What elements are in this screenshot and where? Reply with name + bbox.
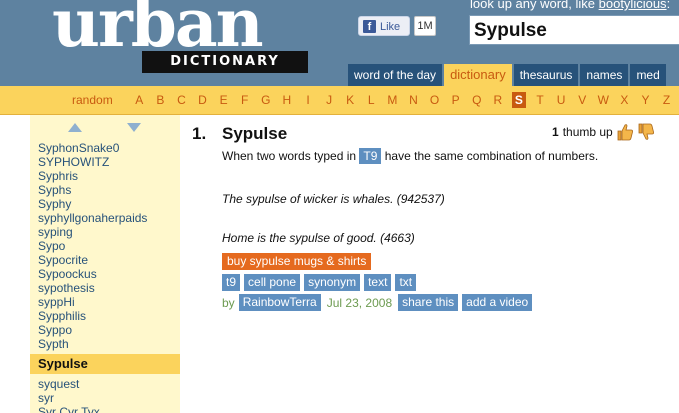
sidebar-item[interactable]: Sypocrite [30, 253, 180, 267]
entry-byline: by RainbowTerra Jul 23, 2008 share this … [222, 294, 533, 311]
sidebar-item[interactable]: syphyllgonaherpaids [30, 211, 180, 225]
sidebar-item[interactable]: Syr Cyr Tyx [30, 405, 180, 413]
alphabet-letter-t[interactable]: T [529, 86, 550, 114]
thumbs-rating: 1 thumb up [552, 122, 655, 142]
logo-wordmark[interactable]: urban [52, 0, 264, 58]
add-video-button[interactable]: add a video [462, 294, 533, 311]
alphabet-letter-h[interactable]: H [276, 86, 297, 114]
facebook-like-button[interactable]: f Like [358, 16, 410, 36]
sidebar-item[interactable]: Sypoockus [30, 267, 180, 281]
tag-link[interactable]: synonym [304, 274, 361, 291]
alphabet-letter-v[interactable]: V [572, 86, 593, 114]
entry-word[interactable]: Sypulse [222, 124, 287, 144]
sidebar-item[interactable]: Syphris [30, 169, 180, 183]
tab-word-of-the-day[interactable]: word of the day [348, 64, 443, 86]
random-link[interactable]: random [72, 86, 113, 114]
thumbs-up-icon[interactable] [616, 123, 634, 141]
alphabet-letter-i[interactable]: I [297, 86, 318, 114]
alphabet-letter-z[interactable]: Z [656, 86, 677, 114]
entry-definition: When two words typed in T9 have the same… [222, 148, 642, 165]
sidebar-item[interactable]: syquest [30, 377, 180, 391]
tag-link[interactable]: txt [395, 274, 417, 291]
logo-dictionary-tag[interactable]: DICTIONARY [142, 51, 308, 73]
sidebar-item[interactable]: SyphonSnake0 [30, 141, 180, 155]
sidebar-item[interactable]: Sypo [30, 239, 180, 253]
alphabet-letter-o[interactable]: O [424, 86, 445, 114]
sidebar-item[interactable]: sypothesis [30, 281, 180, 295]
sidebar-item[interactable]: syppHi [30, 295, 180, 309]
alphabet-letter-m[interactable]: M [382, 86, 403, 114]
sidebar-item[interactable]: SYPHOWITZ [30, 155, 180, 169]
entry-date: Jul 23, 2008 [326, 295, 393, 310]
entry-number: 1. [192, 124, 207, 143]
word-sidebar: SyphonSnake0 SYPHOWITZ Syphris Syphs Syphy sy… [30, 115, 180, 413]
definition-tag-link[interactable]: T9 [359, 148, 382, 164]
tab-media[interactable]: med [630, 64, 666, 86]
thumbs-up-label: thumb up [562, 125, 613, 139]
sidebar-item[interactable]: Syppo [30, 323, 180, 337]
tag-link[interactable]: t9 [222, 274, 241, 291]
alphabet-letter-n[interactable]: N [403, 86, 424, 114]
definition-text-start: When two words typed in [222, 149, 360, 163]
tab-thesaurus[interactable]: thesaurus [513, 64, 579, 86]
alphabet-list: random ABCDEFGHIJKLMNOPQRSTUVWXYZ [72, 86, 677, 114]
tab-names[interactable]: names [580, 64, 629, 86]
tab-dictionary[interactable]: dictionary [444, 64, 512, 86]
alphabet-letter-s[interactable]: S [508, 86, 529, 114]
alphabet-letter-j[interactable]: J [319, 86, 340, 114]
current-letter-highlight: S [511, 92, 526, 108]
sidebar-item[interactable]: Syphy [30, 197, 180, 211]
sidebar-item[interactable]: Syphs [30, 183, 180, 197]
alphabet-letter-e[interactable]: E [213, 86, 234, 114]
definition-text-end: have the same combination of numbers. [381, 149, 599, 163]
scroll-up-icon[interactable] [68, 123, 82, 132]
alphabet-letter-l[interactable]: L [361, 86, 382, 114]
sidebar-item[interactable]: syr [30, 391, 180, 405]
alphabet-letter-g[interactable]: G [255, 86, 276, 114]
alphabet-letter-d[interactable]: D [192, 86, 213, 114]
scroll-down-icon[interactable] [127, 123, 141, 132]
alphabet-bar: random ABCDEFGHIJKLMNOPQRSTUVWXYZ [0, 86, 679, 115]
thumbs-up-count: 1 [552, 125, 559, 139]
alphabet-letter-c[interactable]: C [171, 86, 192, 114]
site-header: urban DICTIONARY f Like 1M look up any wo… [0, 0, 679, 86]
facebook-like-count: 1M [414, 16, 436, 36]
example-sentence-2: Home is the sypulse of good. (4663) [222, 231, 415, 245]
alphabet-letter-q[interactable]: Q [466, 86, 487, 114]
alphabet-letter-x[interactable]: X [614, 86, 635, 114]
lookup-prefix: look up any word, like [470, 0, 599, 11]
lookup-suffix: : [666, 0, 671, 11]
alphabet-letter-y[interactable]: Y [635, 86, 656, 114]
buy-mugs-button[interactable]: buy sypulse mugs & shirts [222, 253, 372, 270]
nav-tabs: word of the day dictionary thesaurus nam… [348, 64, 666, 86]
tag-link[interactable]: text [364, 274, 392, 291]
lookup-example-link[interactable]: bootylicious [599, 0, 667, 11]
by-label: by [222, 295, 235, 310]
alphabet-letter-w[interactable]: W [593, 86, 614, 114]
sidebar-item[interactable]: Sypth [30, 337, 180, 351]
sidebar-word-list: SyphonSnake0 SYPHOWITZ Syphris Syphs Syphy sy… [30, 141, 180, 413]
author-link[interactable]: RainbowTerra [238, 294, 321, 311]
sidebar-item-current[interactable]: Sypulse [30, 354, 180, 374]
tag-link[interactable]: cell pone [244, 274, 301, 291]
tag-list: t9 cell pone synonym text txt [222, 274, 417, 291]
alphabet-letter-b[interactable]: B [150, 86, 171, 114]
search-input[interactable] [469, 15, 679, 45]
facebook-icon: f [363, 20, 376, 33]
thumbs-down-icon[interactable] [637, 123, 655, 141]
sidebar-item[interactable]: syping [30, 225, 180, 239]
lookup-prompt: look up any word, like bootylicious: [470, 0, 670, 12]
example-sentence-1: The sypulse of wicker is whales. (942537… [222, 192, 445, 206]
alphabet-letter-r[interactable]: R [487, 86, 508, 114]
alphabet-letter-a[interactable]: A [129, 86, 150, 114]
alphabet-letter-p[interactable]: P [445, 86, 466, 114]
facebook-like-label: Like [380, 21, 401, 33]
share-button[interactable]: share this [398, 294, 459, 311]
alphabet-letter-k[interactable]: K [340, 86, 361, 114]
alphabet-letter-f[interactable]: F [234, 86, 255, 114]
alphabet-letter-u[interactable]: U [551, 86, 572, 114]
sidebar-item[interactable]: Sypphilis [30, 309, 180, 323]
